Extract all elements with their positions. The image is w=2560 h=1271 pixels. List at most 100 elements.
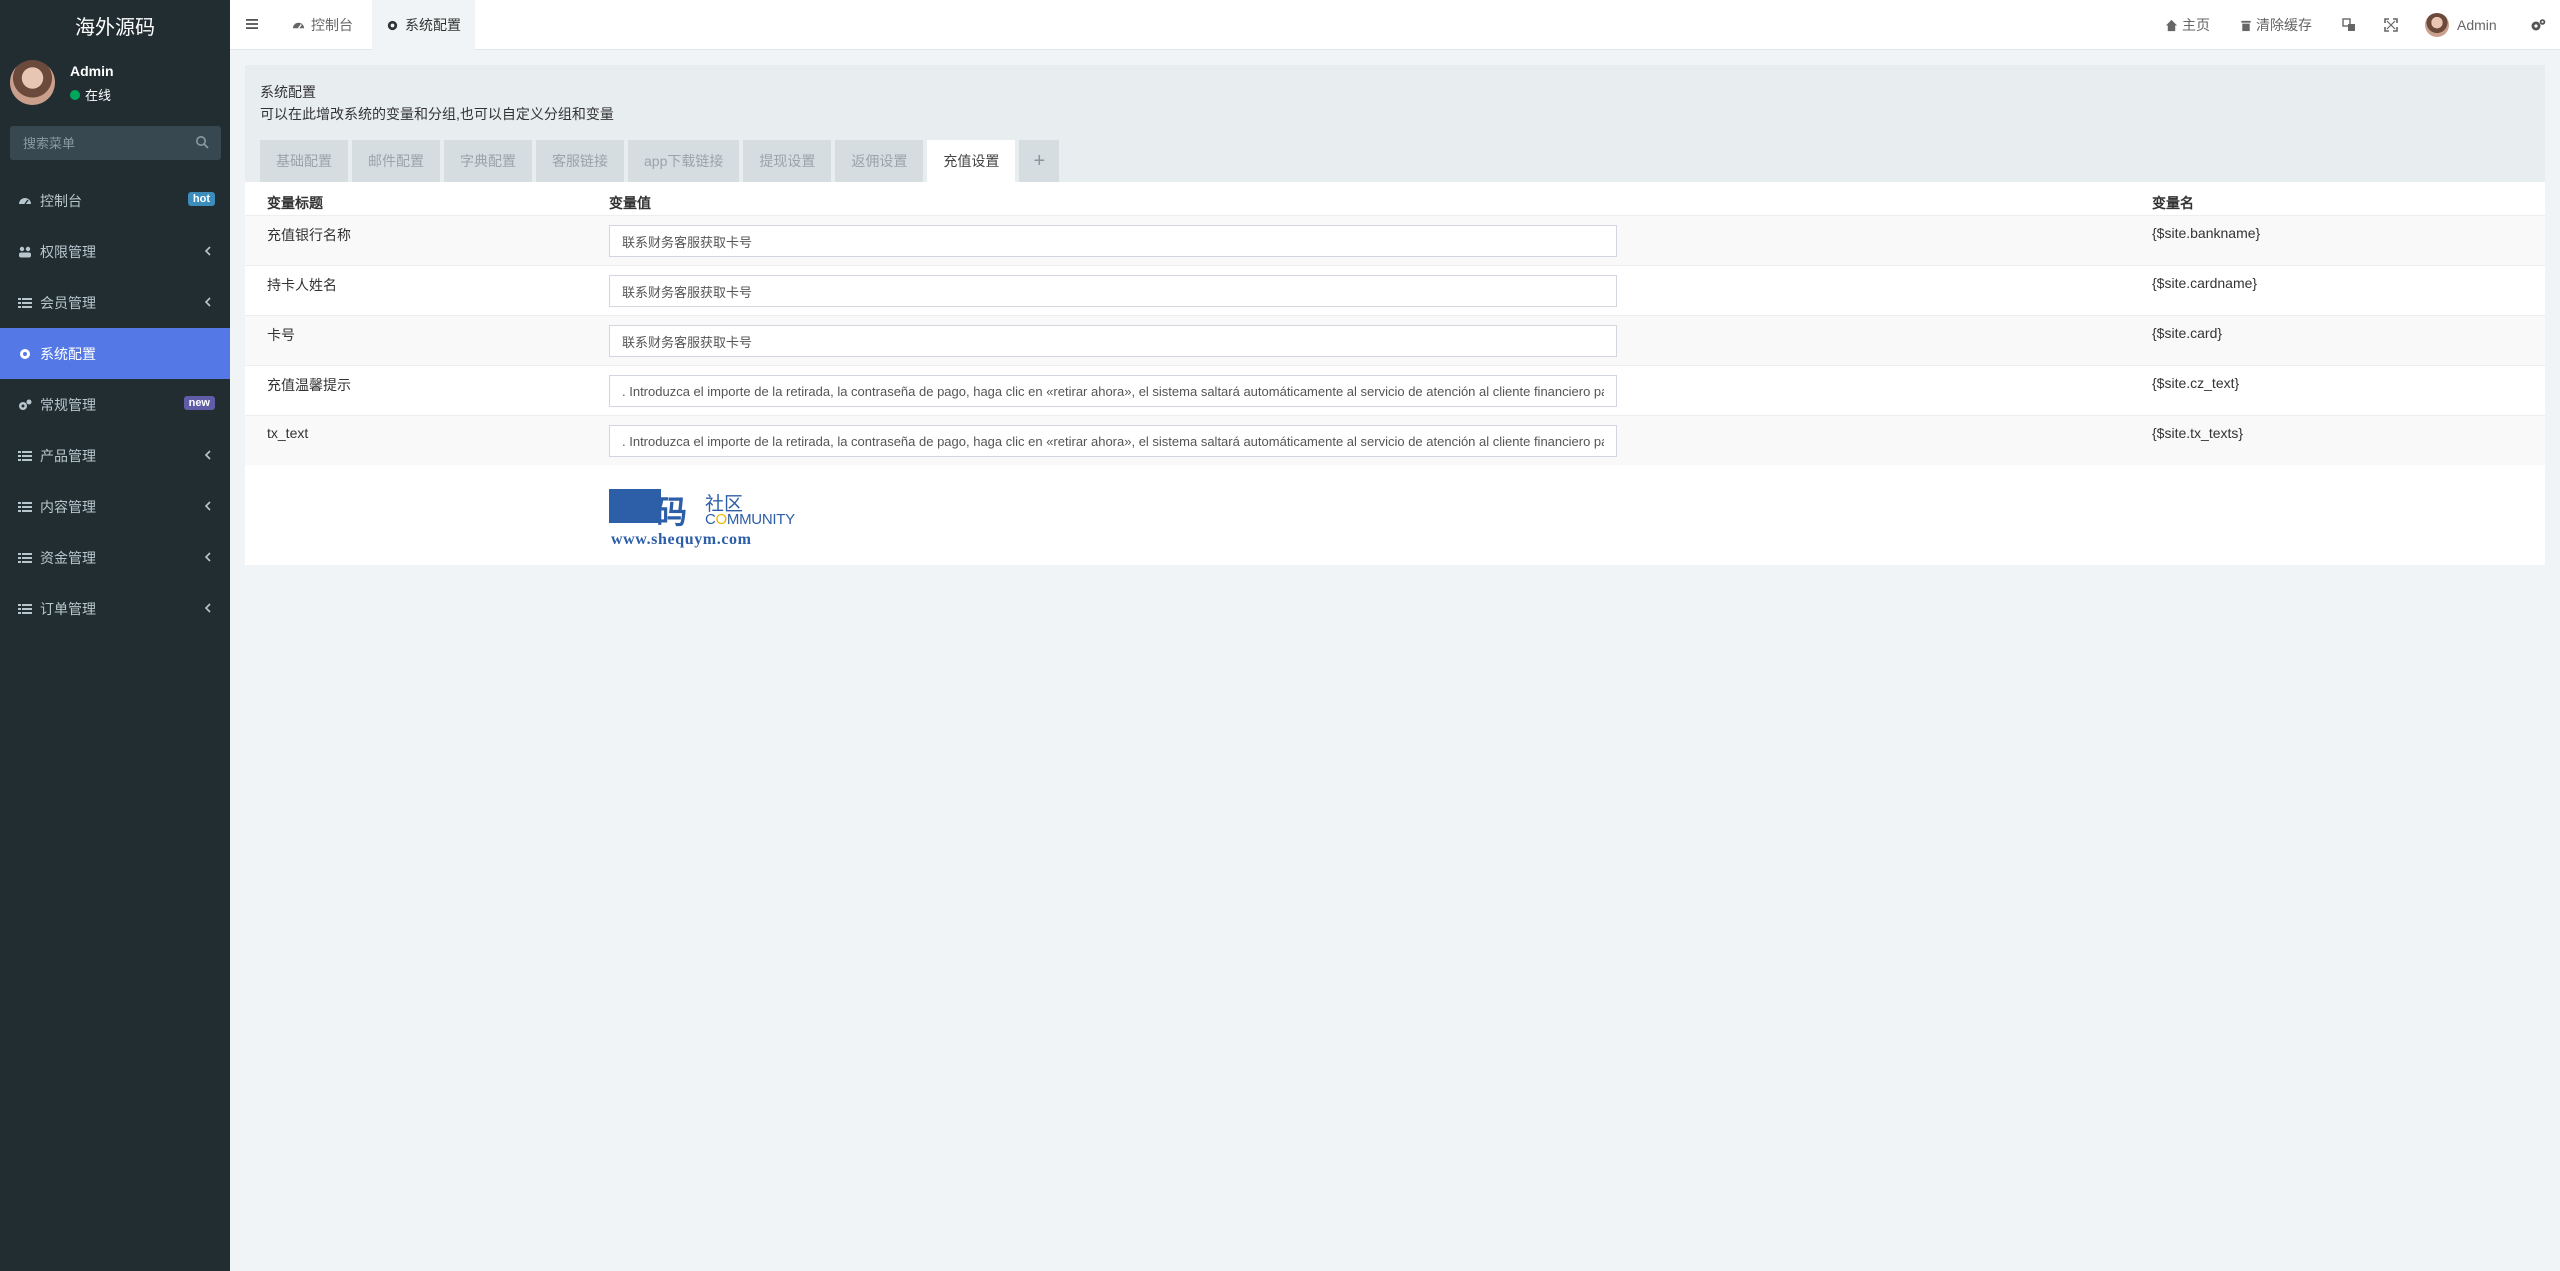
sidebar-item-finance[interactable]: 资金管理 [0,532,230,583]
sidebar-item-label: 内容管理 [40,498,96,515]
row-var-name: {$site.tx_texts} [2152,425,2244,441]
avatar [10,60,55,105]
table-row: 卡号 {$site.card} [245,315,2545,365]
sidebar-item-system-config[interactable]: 系统配置 [0,328,230,379]
bankname-input[interactable] [609,225,1617,257]
sidebar-item-label: 权限管理 [40,243,96,260]
tab-label: 系统配置 [405,17,461,33]
translate-button[interactable] [2342,0,2360,50]
fullscreen-button[interactable] [2384,0,2402,50]
clear-cache-button[interactable]: 清除缓存 [2240,0,2312,50]
list-icon [18,297,32,308]
row-var-name: {$site.cz_text} [2152,375,2240,391]
cardname-input[interactable] [609,275,1617,307]
list-icon [18,603,32,614]
user-panel: Admin 在线 [0,50,230,112]
menu-search [10,126,221,160]
avatar [2425,13,2449,37]
tab-email[interactable]: 邮件配置 [352,140,440,182]
chevron-left-icon [204,246,211,256]
user-status-label: 在线 [85,88,112,103]
table-row: 充值银行名称 {$site.bankname} [245,215,2545,265]
settings-button[interactable] [2530,0,2550,50]
dashboard-icon [292,22,305,29]
top-header: 控制台 系统配置 主页 清除缓存 Admin [230,0,2560,50]
search-input[interactable] [10,126,185,160]
table-row: tx_text {$site.tx_texts} [245,415,2545,465]
tab-rebate[interactable]: 返佣设置 [835,140,924,182]
sidebar-item-content[interactable]: 内容管理 [0,481,230,532]
tab-recharge[interactable]: 充值设置 [927,140,1016,182]
add-tab-button[interactable]: + [1019,140,1060,182]
config-panel: 系统配置 可以在此增改系统的变量和分组,也可以自定义分组和变量 基础配置 邮件配… [245,65,2545,565]
user-name: Admin [70,63,114,79]
dashboard-icon [19,197,31,204]
sidebar-item-dashboard[interactable]: 控制台 hot [0,175,230,226]
row-title: tx_text [267,425,309,441]
sidebar-item-label: 系统配置 [40,345,96,362]
chevron-left-icon [204,552,211,562]
sidebar-item-general[interactable]: 常规管理 new [0,379,230,430]
chevron-left-icon [204,450,211,460]
sidebar-item-label: 资金管理 [40,549,96,566]
row-title: 充值温馨提示 [267,377,351,393]
page-title: 系统配置 [260,84,316,100]
row-title: 持卡人姓名 [267,277,337,293]
new-badge: new [183,396,215,410]
config-tabs: 基础配置 邮件配置 字典配置 客服链接 app下载链接 提现设置 返佣设置 充值… [260,140,1063,182]
admin-label: Admin [2457,17,2497,33]
watermark-big-char: 码 [655,493,688,531]
hot-badge: hot [187,192,215,206]
user-menu[interactable]: Admin [2425,0,2497,50]
home-label: 主页 [2182,17,2210,33]
menu-toggle-icon[interactable] [245,17,259,31]
sidebar-item-products[interactable]: 产品管理 [0,430,230,481]
tab-support-link[interactable]: 客服链接 [536,140,624,182]
tab-withdraw[interactable]: 提现设置 [743,140,832,182]
sidebar-item-label: 产品管理 [40,447,96,464]
sidebar: 海外源码 Admin 在线 控制台 hot 权限管理 会员管理 系统配置 [0,0,230,1271]
table-row: 持卡人姓名 {$site.cardname} [245,265,2545,315]
header-name: 变量名 [2152,195,2194,211]
brand-logo[interactable]: 海外源码 [0,0,230,50]
sidebar-item-label: 会员管理 [40,294,96,311]
trash-icon [2241,20,2251,31]
user-status: 在线 [70,85,111,104]
tab-label: 控制台 [311,17,353,33]
sidebar-item-permissions[interactable]: 权限管理 [0,226,230,277]
gear-icon [387,20,398,30]
row-title: 卡号 [267,327,295,343]
home-link[interactable]: 主页 [2165,0,2210,50]
sidebar-item-members[interactable]: 会员管理 [0,277,230,328]
sidebar-item-orders[interactable]: 订单管理 [0,583,230,634]
list-icon [18,552,32,563]
config-table: 变量标题 变量值 变量名 充值银行名称 {$site.bankname} 持卡人… [245,193,2545,465]
tab-basic[interactable]: 基础配置 [260,140,348,182]
sidebar-item-label: 常规管理 [40,396,96,413]
tab-dictionary[interactable]: 字典配置 [444,140,532,182]
group-icon [19,246,31,257]
cogs-icon [19,399,32,410]
tx-text-input[interactable] [609,425,1617,457]
tab-system-config[interactable]: 系统配置 [372,0,475,50]
tab-app-download[interactable]: app下载链接 [628,140,740,182]
cz-text-input[interactable] [609,375,1617,407]
sidebar-menu: 控制台 hot 权限管理 会员管理 系统配置 常规管理 new 产品管理 内容管… [0,175,230,634]
row-var-name: {$site.card} [2152,325,2223,341]
list-icon [18,450,32,461]
card-input[interactable] [609,325,1617,357]
chevron-left-icon [204,501,211,511]
row-var-name: {$site.cardname} [2152,275,2258,291]
tab-dashboard[interactable]: 控制台 [278,0,367,50]
table-header: 变量标题 变量值 变量名 [245,193,2545,215]
cogs-icon [2531,19,2546,31]
list-icon [18,501,32,512]
search-icon[interactable] [195,135,209,149]
watermark-logo: 码 社区 COMMUNITY www.shequym.com [609,485,829,555]
gear-icon [20,348,30,359]
translate-icon [2342,18,2355,31]
header-title: 变量标题 [267,195,323,211]
sidebar-item-label: 订单管理 [40,600,96,617]
chevron-left-icon [204,297,211,307]
home-icon [2165,19,2178,31]
